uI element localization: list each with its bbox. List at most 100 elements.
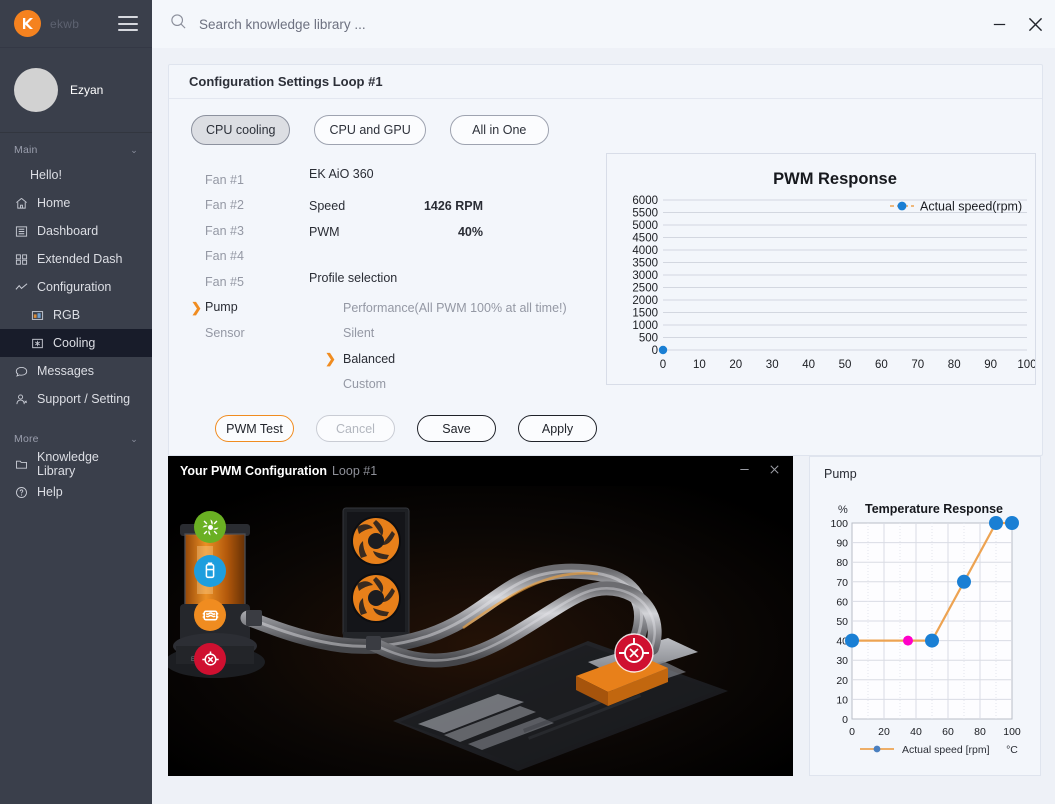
close-icon[interactable]: [1026, 15, 1045, 34]
pwm-label: PWM: [309, 225, 340, 239]
selection-arrow-icon: ❯: [325, 351, 336, 367]
list-item-fan-2[interactable]: Fan #2: [191, 193, 309, 219]
svg-text:5000: 5000: [632, 220, 658, 232]
svg-text:2500: 2500: [632, 283, 658, 295]
home-icon: [14, 196, 28, 210]
pwm-test-button[interactable]: PWM Test: [215, 415, 294, 442]
grid-icon: [14, 252, 28, 266]
svg-text:PWM Response: PWM Response: [773, 170, 897, 188]
list-item-sensor[interactable]: Sensor: [191, 320, 309, 346]
sidebar-item-label: Home: [37, 196, 71, 210]
close-icon[interactable]: [768, 463, 781, 479]
svg-text:30: 30: [836, 655, 848, 667]
sidebar-item-cooling[interactable]: Cooling: [0, 329, 152, 357]
sidebar-item-rgb[interactable]: RGB: [0, 301, 152, 329]
dashboard-icon: [14, 224, 28, 238]
svg-text:1000: 1000: [632, 320, 658, 332]
cooling-loop-photo: EK: [168, 486, 793, 776]
mode-tabs: CPU cooling CPU and GPU All in One: [169, 99, 1042, 145]
content-area: Configuration Settings Loop #1 CPU cooli…: [152, 48, 1055, 804]
sidebar-item-configuration[interactable]: Configuration: [0, 273, 152, 301]
chevron-down-icon: ⌄: [130, 144, 138, 155]
svg-text:60: 60: [942, 726, 954, 738]
svg-text:90: 90: [984, 359, 997, 371]
pwm-configuration-image-panel: Your PWM Configuration Loop #1: [168, 456, 793, 776]
svg-text:100: 100: [1017, 359, 1035, 371]
svg-text:Actual speed(rpm): Actual speed(rpm): [920, 200, 1022, 214]
svg-text:70: 70: [836, 577, 848, 589]
svg-text:Actual speed [rpm]: Actual speed [rpm]: [902, 744, 990, 756]
sidebar-item-extended-dash[interactable]: Extended Dash: [0, 245, 152, 273]
minimize-icon[interactable]: [991, 16, 1008, 33]
sidebar-item-help[interactable]: Help: [0, 478, 152, 506]
svg-text:80: 80: [974, 726, 986, 738]
reservoir-icon[interactable]: [194, 555, 226, 587]
svg-text:90: 90: [836, 538, 848, 550]
list-item-fan-3[interactable]: Fan #3: [191, 218, 309, 244]
save-button[interactable]: Save: [417, 415, 496, 442]
sidebar-item-knowledge-library[interactable]: Knowledge Library: [0, 450, 152, 478]
sidebar-item-label: Cooling: [53, 336, 96, 350]
sidebar-item-support-setting[interactable]: Support / Setting: [0, 385, 152, 413]
fan-icon[interactable]: [194, 511, 226, 543]
search-bar[interactable]: [170, 13, 979, 35]
list-item-fan-4[interactable]: Fan #4: [191, 244, 309, 270]
list-item-fan-5[interactable]: Fan #5: [191, 269, 309, 295]
svg-text:80: 80: [948, 359, 961, 371]
help-icon: [14, 485, 28, 499]
svg-text:10: 10: [693, 359, 706, 371]
sidebar: ekwb Ezyan Main ⌄ Hello! Home Dashboard …: [0, 0, 152, 804]
sidebar-item-label: Hello!: [30, 168, 62, 182]
user-profile[interactable]: Ezyan: [0, 48, 152, 133]
image-panel-controls: [738, 463, 781, 479]
svg-text:100: 100: [1003, 726, 1021, 738]
section-main-label: Main: [14, 144, 38, 156]
profile-option-performance[interactable]: Performance(All PWM 100% at all time!): [325, 295, 574, 321]
sidebar-item-home[interactable]: Home: [0, 189, 152, 217]
pump-temperature-panel: Pump Temperature Response % 0 10 20 30 40 50 6…: [809, 456, 1041, 776]
sidebar-section-main[interactable]: Main ⌄: [0, 133, 152, 161]
sidebar-header: ekwb: [0, 0, 152, 48]
pwm-response-chart: PWM Response 0 500 1000 1500 2000 2500 3000 350…: [606, 153, 1037, 385]
svg-text:100: 100: [830, 518, 848, 530]
svg-text:3000: 3000: [632, 270, 658, 282]
profile-option-silent[interactable]: Silent: [325, 321, 574, 347]
list-item-fan-1[interactable]: Fan #1: [191, 167, 309, 193]
minimize-icon[interactable]: [738, 463, 751, 479]
sidebar-section-more[interactable]: More ⌄: [0, 422, 152, 450]
svg-text:1500: 1500: [632, 308, 658, 320]
profile-label: Custom: [343, 377, 387, 392]
svg-text:30: 30: [766, 359, 779, 371]
tab-cpu-and-gpu[interactable]: CPU and GPU: [314, 115, 426, 145]
sidebar-item-hello[interactable]: Hello!: [0, 161, 152, 189]
profile-option-balanced[interactable]: ❯ Balanced: [325, 346, 574, 372]
sidebar-item-label: Knowledge Library: [37, 450, 99, 478]
search-input[interactable]: [199, 16, 619, 32]
sidebar-item-messages[interactable]: Messages: [0, 357, 152, 385]
device-details: EK AiO 360 Speed 1426 RPM PWM 40% Profil…: [309, 159, 574, 397]
svg-text:50: 50: [836, 616, 848, 628]
profile-option-custom[interactable]: Custom: [325, 372, 574, 398]
sidebar-item-dashboard[interactable]: Dashboard: [0, 217, 152, 245]
tab-cpu-cooling[interactable]: CPU cooling: [191, 115, 291, 145]
topbar: [152, 0, 1055, 48]
config-body: Fan #1 Fan #2 Fan #3 Fan #4 Fan #5 ❯ Pum…: [169, 145, 1042, 397]
image-panel-title: Your PWM Configuration: [180, 464, 327, 478]
image-panel-subtitle: Loop #1: [331, 464, 378, 478]
pump-icon[interactable]: [194, 643, 226, 675]
svg-text:0: 0: [849, 726, 855, 738]
tab-all-in-one[interactable]: All in One: [449, 115, 549, 145]
apply-button[interactable]: Apply: [518, 415, 597, 442]
list-item-pump[interactable]: ❯ Pump: [191, 295, 309, 321]
svg-text:20: 20: [836, 675, 848, 687]
device-label: Pump: [205, 300, 238, 315]
device-label: Fan #3: [205, 223, 244, 238]
brand-label: ekwb: [50, 16, 80, 31]
hamburger-menu-icon[interactable]: [118, 16, 138, 31]
radiator-icon[interactable]: [194, 599, 226, 631]
pump-panel-label: Pump: [824, 467, 857, 481]
profile-label: Silent: [343, 326, 375, 341]
svg-text:60: 60: [836, 596, 848, 608]
svg-text:4000: 4000: [632, 245, 658, 257]
device-label: Fan #2: [205, 198, 244, 213]
